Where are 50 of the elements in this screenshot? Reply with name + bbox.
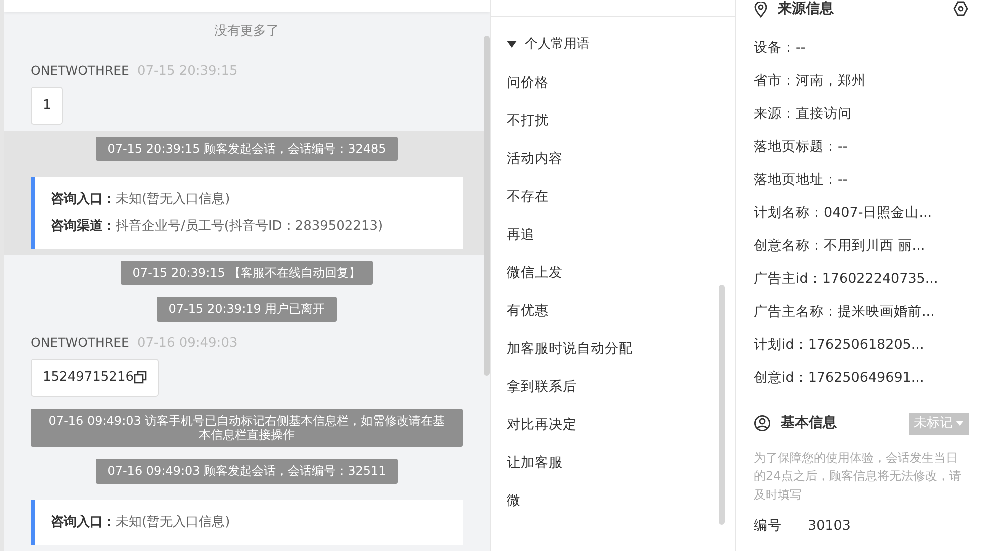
phrase-item[interactable]: 拿到联系后 [491, 368, 735, 406]
system-message: 07-16 09:49:03 顾客发起会话，会话编号：32511 [96, 459, 398, 484]
phrase-item[interactable]: 有优惠 [491, 292, 735, 330]
phrase-item[interactable]: 微信上发 [491, 254, 735, 292]
info-field: 落地页标题：-- [754, 131, 969, 164]
phrase-item[interactable]: 让加客服 [491, 444, 735, 482]
settings-icon[interactable] [953, 1, 969, 18]
system-message: 07-15 20:39:19 用户已离开 [156, 297, 338, 322]
phrase-item[interactable]: 加客服时说自动分配 [491, 330, 735, 368]
phrase-item[interactable]: 再追 [491, 216, 735, 254]
consult-info: 咨询入口：未知(暂无入口信息) [51, 514, 232, 532]
system-message: 07-15 20:39:15 顾客发起会话，会话编号：32485 [96, 136, 398, 161]
caret-icon [507, 41, 517, 48]
phrase-item[interactable]: 微 [491, 482, 735, 520]
info-field: 创意名称：不用到川西 丽... [754, 230, 969, 263]
info-field: 设备：-- [754, 32, 969, 65]
message-bubble: 15249715216 [31, 359, 159, 397]
end-notice: 没有更多了 [214, 23, 280, 41]
user-icon [754, 415, 771, 432]
info-field: 计划名称：0407-日照金山... [754, 197, 969, 230]
field-value: 30103 [808, 517, 851, 536]
phrase-group-header[interactable]: 个人常用语 [491, 17, 735, 64]
consult-info: 咨询渠道：抖音企业号/员工号(抖音号ID：2839502213) [51, 218, 384, 236]
field-label: 编号 [754, 517, 783, 536]
copy-icon[interactable] [134, 371, 147, 384]
info-field: 计划id：176250618205... [754, 329, 969, 362]
phrase-item[interactable]: 不打扰 [491, 102, 735, 140]
message-bubble: 1 [31, 87, 64, 124]
caret-icon [956, 421, 964, 426]
phrase-item[interactable]: 问价格 [491, 64, 735, 102]
section-title: 基本信息 [781, 414, 837, 434]
system-message: 07-16 09:49:03 访客手机号已自动标记右侧基本信息栏，如需修改请在基本信息栏直接操作 [31, 408, 463, 448]
phrase-item[interactable]: 对比再决定 [491, 406, 735, 444]
info-field: 广告主id：176022240735... [754, 263, 969, 296]
location-pin-icon [754, 2, 768, 18]
phrase-item[interactable]: 活动内容 [491, 140, 735, 178]
info-field: 来源：直接访问 [754, 98, 969, 131]
message-time: 07-15 20:39:15 [137, 64, 238, 78]
message-time: 07-16 09:49:03 [137, 336, 238, 351]
consult-info: 咨询入口：未知(暂无入口信息) [51, 190, 232, 209]
info-field: 省市：河南，郑州 [754, 65, 969, 98]
info-field: 落地页地址：-- [754, 164, 969, 197]
section-title: 来源信息 [778, 0, 834, 19]
system-message: 07-15 20:39:15 【客服不在线自动回复】 [120, 260, 374, 286]
phrase-item[interactable]: 不存在 [491, 178, 735, 216]
notice-text: 为了保障您的使用体验，会话发生当日的24点之后，顾客信息将无法修改，请及时填写 [754, 450, 962, 504]
sender-name: ONETWOTHREE [31, 62, 130, 78]
info-field: 广告主名称：提米映画婚前... [754, 296, 969, 329]
sender-name: ONETWOTHREE [31, 334, 130, 350]
info-field: 创意id：176250649691... [754, 362, 969, 395]
